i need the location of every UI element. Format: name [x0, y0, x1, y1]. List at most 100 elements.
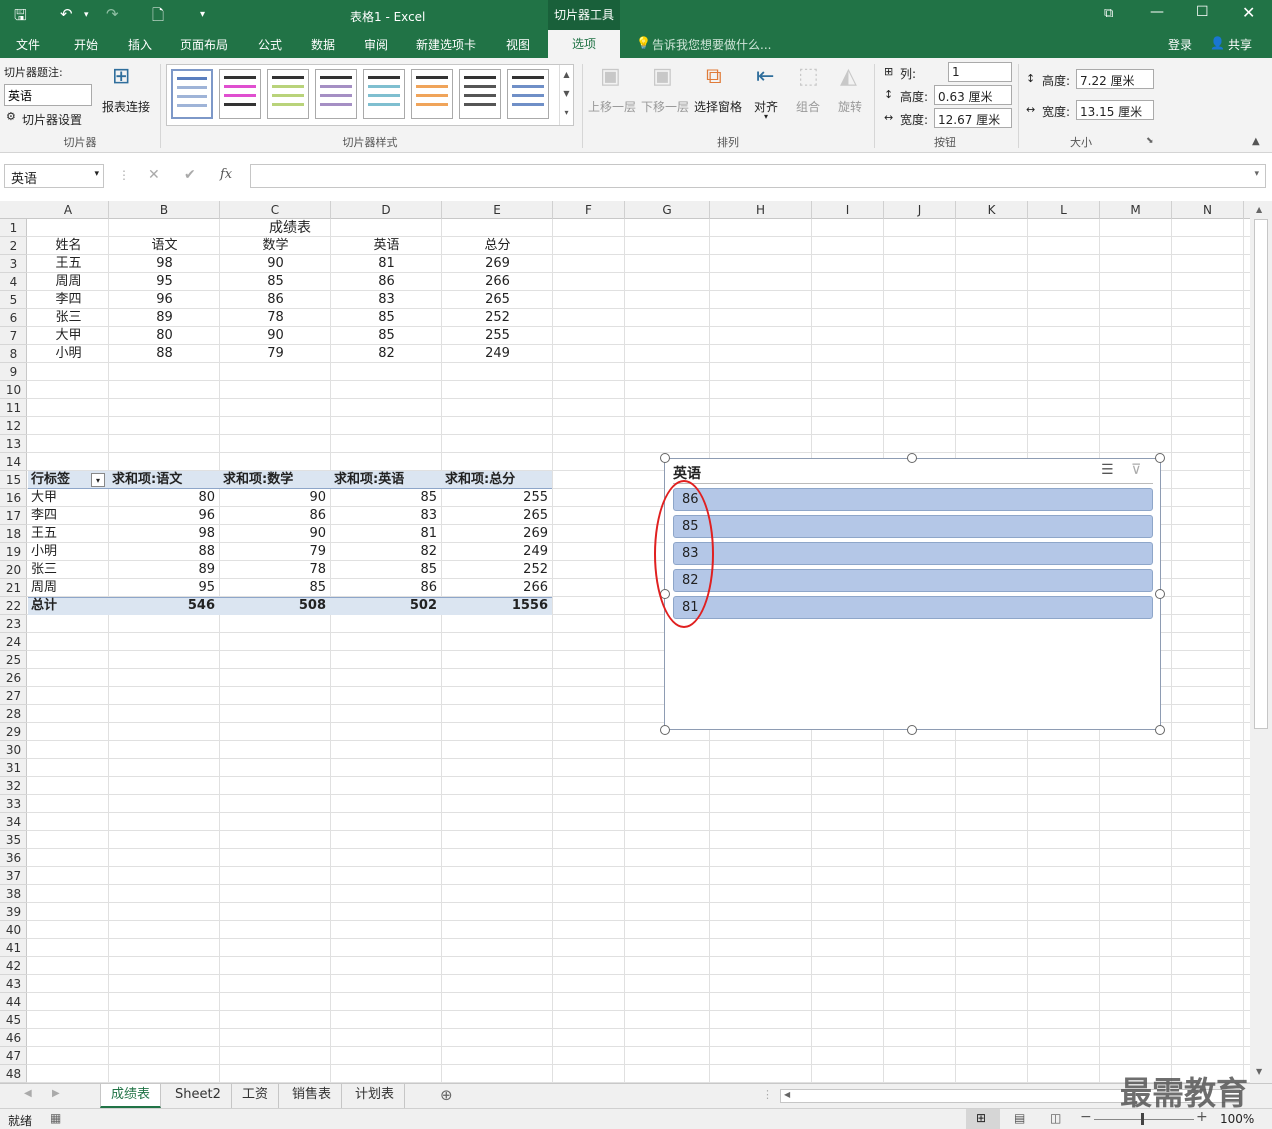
row-header-24[interactable]: 24: [0, 633, 27, 651]
slicer-style-teal[interactable]: [363, 69, 405, 119]
row-header-22[interactable]: 22: [0, 597, 27, 615]
slicer-style-magenta[interactable]: [219, 69, 261, 119]
scroll-left-icon[interactable]: ◀: [784, 1090, 790, 1099]
row-header-10[interactable]: 10: [0, 381, 27, 399]
row-header-43[interactable]: 43: [0, 975, 27, 993]
next-sheet-icon[interactable]: ▶: [52, 1088, 60, 1099]
row-header-2[interactable]: 2: [0, 237, 27, 255]
column-header-N[interactable]: N: [1172, 201, 1244, 219]
tab-formulas[interactable]: 公式: [258, 36, 282, 53]
formula-input[interactable]: ▾: [250, 164, 1266, 188]
row-header-14[interactable]: 14: [0, 453, 27, 471]
undo-dropdown-icon[interactable]: ▾: [84, 10, 89, 20]
size-dialog-launcher-icon[interactable]: ⬊: [1146, 136, 1154, 146]
vertical-scrollbar[interactable]: ▲ ▼: [1250, 201, 1272, 1083]
row-header-3[interactable]: 3: [0, 255, 27, 273]
name-box-dropdown-icon[interactable]: ▾: [94, 169, 99, 179]
slicer-item[interactable]: 83: [673, 542, 1153, 565]
row-header-39[interactable]: 39: [0, 903, 27, 921]
row-header-20[interactable]: 20: [0, 561, 27, 579]
row-header-12[interactable]: 12: [0, 417, 27, 435]
tell-me-box[interactable]: 告诉我您想要做什么...: [652, 36, 771, 53]
size-height-input[interactable]: 7.22 厘米: [1076, 69, 1154, 89]
row-header-33[interactable]: 33: [0, 795, 27, 813]
row-header-9[interactable]: 9: [0, 363, 27, 381]
row-header-23[interactable]: 23: [0, 615, 27, 633]
slicer-item[interactable]: 81: [673, 596, 1153, 619]
save-icon[interactable]: 🖫: [14, 5, 27, 30]
tab-insert[interactable]: 插入: [128, 36, 152, 53]
row-header-16[interactable]: 16: [0, 489, 27, 507]
row-header-47[interactable]: 47: [0, 1047, 27, 1065]
row-header-4[interactable]: 4: [0, 273, 27, 291]
prev-sheet-icon[interactable]: ◀: [24, 1088, 32, 1099]
slicer-styles-gallery[interactable]: ▲ ▼ ▾: [166, 64, 574, 126]
resize-handle[interactable]: [1155, 453, 1165, 463]
row-header-42[interactable]: 42: [0, 957, 27, 975]
row-header-1[interactable]: 1: [0, 219, 27, 237]
size-width-input[interactable]: 13.15 厘米: [1076, 100, 1154, 120]
resize-handle[interactable]: [907, 725, 917, 735]
row-header-18[interactable]: 18: [0, 525, 27, 543]
share-button[interactable]: 共享: [1228, 36, 1252, 53]
page-layout-view-icon[interactable]: ▤: [1014, 1111, 1025, 1125]
slicer-style-green[interactable]: [267, 69, 309, 119]
row-header-5[interactable]: 5: [0, 291, 27, 309]
row-header-48[interactable]: 48: [0, 1065, 27, 1083]
row-header-38[interactable]: 38: [0, 885, 27, 903]
row-header-19[interactable]: 19: [0, 543, 27, 561]
login-link[interactable]: 登录: [1168, 36, 1192, 53]
tab-new[interactable]: 新建选项卡: [416, 36, 476, 53]
zoom-level[interactable]: 100%: [1220, 1112, 1254, 1126]
row-header-8[interactable]: 8: [0, 345, 27, 363]
column-header-L[interactable]: L: [1028, 201, 1100, 219]
row-header-34[interactable]: 34: [0, 813, 27, 831]
row-header-28[interactable]: 28: [0, 705, 27, 723]
undo-icon[interactable]: ↶: [60, 5, 73, 23]
customize-qat-icon[interactable]: ▾: [200, 9, 205, 20]
slicer-style-blue-dark[interactable]: [507, 69, 549, 119]
columns-input[interactable]: 1: [948, 62, 1012, 82]
row-header-32[interactable]: 32: [0, 777, 27, 795]
button-width-input[interactable]: 12.67 厘米: [934, 108, 1012, 128]
page-break-view-icon[interactable]: ◫: [1050, 1111, 1061, 1125]
caption-input[interactable]: [4, 84, 92, 106]
add-sheet-icon[interactable]: ⊕: [440, 1086, 453, 1104]
column-header-A[interactable]: A: [28, 201, 109, 219]
row-header-29[interactable]: 29: [0, 723, 27, 741]
column-header-C[interactable]: C: [220, 201, 331, 219]
slicer-style-blue[interactable]: [171, 69, 213, 119]
maximize-icon[interactable]: ☐: [1196, 4, 1209, 20]
column-header-F[interactable]: F: [553, 201, 625, 219]
sheet-tab-sales[interactable]: 销售表: [282, 1084, 343, 1108]
row-header-15[interactable]: 15: [0, 471, 27, 489]
tab-home[interactable]: 开始: [74, 36, 98, 53]
zoom-out-icon[interactable]: −: [1080, 1109, 1092, 1125]
scroll-down-icon[interactable]: ▼: [1256, 1067, 1262, 1076]
multi-select-icon[interactable]: ☰: [1101, 462, 1114, 478]
minimize-icon[interactable]: —: [1150, 4, 1164, 20]
row-header-37[interactable]: 37: [0, 867, 27, 885]
clear-filter-icon[interactable]: ⊽: [1131, 462, 1141, 478]
collapse-ribbon-icon[interactable]: ▲: [1252, 136, 1260, 147]
tab-page-layout[interactable]: 页面布局: [180, 36, 228, 53]
column-header-I[interactable]: I: [812, 201, 884, 219]
row-header-46[interactable]: 46: [0, 1029, 27, 1047]
slicer-item[interactable]: 85: [673, 515, 1153, 538]
row-header-40[interactable]: 40: [0, 921, 27, 939]
sheet-tab-plan[interactable]: 计划表: [345, 1084, 406, 1108]
tab-review[interactable]: 审阅: [364, 36, 388, 53]
column-header-K[interactable]: K: [956, 201, 1028, 219]
zoom-in-icon[interactable]: +: [1196, 1109, 1208, 1125]
button-height-input[interactable]: 0.63 厘米: [934, 85, 1012, 105]
report-connections-button[interactable]: 报表连接: [102, 98, 150, 115]
row-header-35[interactable]: 35: [0, 831, 27, 849]
scroll-up-icon[interactable]: ▲: [1256, 205, 1262, 214]
slicer-item[interactable]: 82: [673, 569, 1153, 592]
tab-options[interactable]: 选项: [548, 30, 620, 58]
slicer-english[interactable]: 英语 ☰ ⊽ 86 85 83 82 81: [664, 458, 1161, 730]
resize-handle[interactable]: [1155, 589, 1165, 599]
row-header-7[interactable]: 7: [0, 327, 27, 345]
align-dropdown-icon[interactable]: ▾: [764, 112, 768, 121]
vertical-scroll-thumb[interactable]: [1254, 219, 1268, 729]
